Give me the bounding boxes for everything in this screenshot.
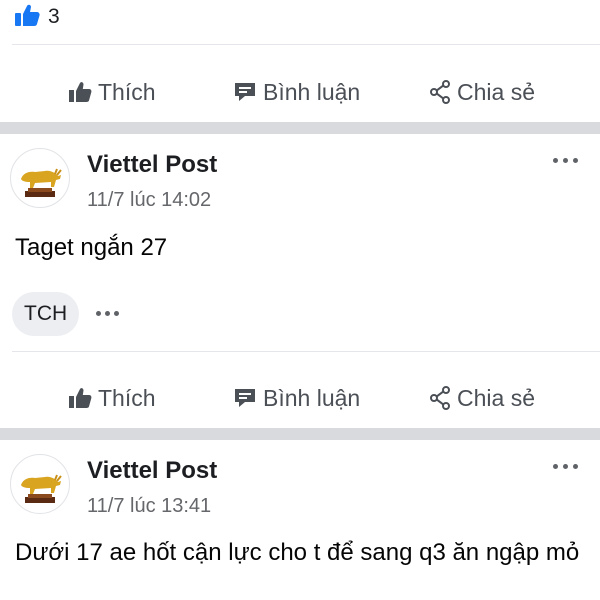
chip-more-button[interactable]: [96, 309, 122, 319]
post-separator: [0, 122, 600, 134]
page-name[interactable]: Viettel Post: [87, 457, 217, 485]
comment-label: Bình luận: [263, 78, 361, 105]
tag-chip[interactable]: TCH: [12, 292, 80, 336]
more-options-button[interactable]: [553, 462, 579, 472]
comment-icon: [233, 387, 257, 409]
bull-logo: [21, 474, 62, 503]
bull-logo: [21, 168, 62, 197]
post-timestamp[interactable]: 11/7 lúc 14:02: [87, 189, 211, 212]
post-text: Taget ngắn 27: [15, 234, 168, 261]
comment-label: Bình luận: [263, 384, 361, 411]
thumbs-up-icon: [68, 81, 92, 103]
share-button[interactable]: Chia sẻ: [429, 385, 535, 412]
like-reaction-icon: [14, 3, 40, 32]
like-label: Thích: [98, 78, 156, 105]
post-action-bar: Thích Bình luận Chia sẻ: [0, 368, 600, 428]
like-label: Thích: [98, 384, 156, 411]
comment-button[interactable]: Bình luận: [233, 385, 360, 412]
post-timestamp[interactable]: 11/7 lúc 13:41: [87, 495, 211, 518]
post-text: Dưới 17 ae hốt cận lực cho t để sang q3 …: [15, 539, 580, 566]
post-separator: [0, 428, 600, 440]
page-avatar[interactable]: [10, 148, 70, 208]
divider: [12, 44, 600, 45]
like-button[interactable]: Thích: [68, 385, 156, 412]
thumbs-up-icon: [68, 387, 92, 409]
comment-button[interactable]: Bình luận: [233, 79, 360, 106]
page-name[interactable]: Viettel Post: [87, 151, 217, 179]
like-summary[interactable]: 3: [14, 4, 60, 30]
divider: [12, 351, 600, 352]
post-action-bar: Thích Bình luận Chia sẻ: [0, 62, 600, 122]
like-count: 3: [48, 5, 60, 28]
more-options-button[interactable]: [553, 156, 579, 166]
page-avatar[interactable]: [10, 454, 70, 514]
like-button[interactable]: Thích: [68, 79, 156, 106]
share-icon: [429, 80, 451, 104]
share-label: Chia sẻ: [457, 384, 535, 411]
share-label: Chia sẻ: [457, 78, 535, 105]
share-icon: [429, 386, 451, 410]
share-button[interactable]: Chia sẻ: [429, 79, 535, 106]
comment-icon: [233, 81, 257, 103]
